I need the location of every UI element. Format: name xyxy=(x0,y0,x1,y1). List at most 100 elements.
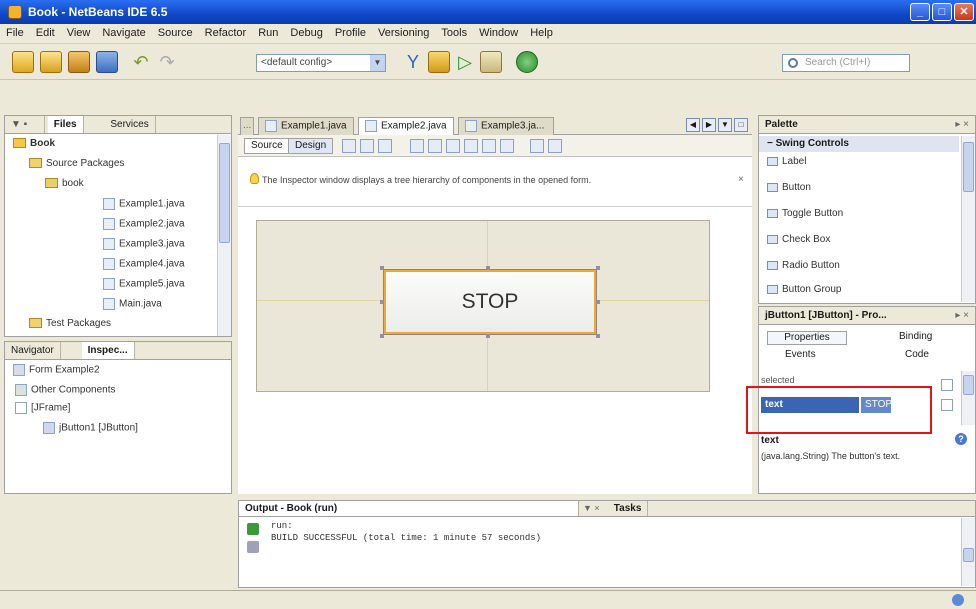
projects-tab-controls[interactable]: ▼ ▪ xyxy=(5,116,45,133)
maximize-button[interactable]: □ xyxy=(932,3,952,21)
scroll-thumb[interactable] xyxy=(963,548,974,562)
close-hint-icon[interactable]: × xyxy=(738,174,744,185)
profile-icon[interactable] xyxy=(516,51,538,73)
redo-icon[interactable]: ↷ xyxy=(156,51,178,73)
run-icon[interactable]: ▷ xyxy=(454,51,476,73)
tree-item-file[interactable]: Example4.java xyxy=(103,258,185,270)
tree-item-other-components[interactable]: Other Components xyxy=(15,384,116,396)
menu-versioning[interactable]: Versioning xyxy=(372,24,435,42)
menu-debug[interactable]: Debug xyxy=(284,24,328,42)
menu-file[interactable]: File xyxy=(0,24,30,42)
tree-item-jframe[interactable]: [JFrame] xyxy=(15,402,70,414)
align-top-icon[interactable] xyxy=(464,139,478,153)
rerun-icon[interactable] xyxy=(247,523,259,535)
menu-profile[interactable]: Profile xyxy=(329,24,372,42)
tab-navigator[interactable]: Navigator xyxy=(5,342,61,359)
palette-item-check-box[interactable]: Check Box xyxy=(767,234,830,245)
property-editor-icon[interactable] xyxy=(941,399,953,411)
palette-item-button-group[interactable]: Button Group xyxy=(767,284,841,295)
tab-tasks[interactable]: Tasks xyxy=(608,501,649,516)
tab-example3[interactable]: Example3.ja... xyxy=(458,117,554,135)
resize-handle[interactable] xyxy=(380,300,384,304)
resize-handle[interactable] xyxy=(596,334,600,338)
palette-item-radio-button[interactable]: Radio Button xyxy=(767,260,840,271)
tab-services[interactable]: Services xyxy=(104,116,156,133)
build-icon[interactable] xyxy=(428,51,450,73)
tab-list-icon[interactable]: ▼ xyxy=(718,118,732,132)
palette-controls[interactable]: ▸ × xyxy=(955,119,969,130)
palette-section-swing[interactable]: − Swing Controls xyxy=(759,136,959,152)
resize-handle[interactable] xyxy=(380,334,384,338)
resize-vertical-icon[interactable] xyxy=(548,139,562,153)
config-select[interactable]: <default config> ▼ xyxy=(256,54,386,72)
tab-output[interactable]: Output - Book (run) xyxy=(239,501,579,516)
tab-properties[interactable]: Properties xyxy=(767,331,847,345)
resize-handle[interactable] xyxy=(486,266,490,270)
menu-window[interactable]: Window xyxy=(473,24,524,42)
tree-item-file[interactable]: Example3.java xyxy=(103,238,185,250)
menu-edit[interactable]: Edit xyxy=(30,24,61,42)
menu-run[interactable]: Run xyxy=(252,24,284,42)
tree-item-file[interactable]: Example1.java xyxy=(103,198,185,210)
palette-scrollbar[interactable] xyxy=(961,136,975,302)
new-project-icon[interactable] xyxy=(40,51,62,73)
design-view-button[interactable]: Design xyxy=(288,138,334,154)
scroll-thumb[interactable] xyxy=(963,375,974,395)
output-controls[interactable]: ▼ × xyxy=(583,503,600,513)
tree-item-file[interactable]: Main.java xyxy=(103,298,162,310)
menu-view[interactable]: View xyxy=(61,24,97,42)
resize-handle[interactable] xyxy=(596,300,600,304)
tree-item-file[interactable]: Example5.java xyxy=(103,278,185,290)
new-file-icon[interactable] xyxy=(12,51,34,73)
save-all-icon[interactable] xyxy=(96,51,118,73)
tab-example1[interactable]: Example1.java xyxy=(258,117,354,135)
tree-item-form[interactable]: Form Example2 xyxy=(13,364,100,376)
resize-handle[interactable] xyxy=(596,266,600,270)
resize-handle[interactable] xyxy=(486,334,490,338)
tree-item-jbutton[interactable]: jButton1 [JButton] xyxy=(43,422,138,434)
connection-mode-icon[interactable] xyxy=(360,139,374,153)
resize-handle[interactable] xyxy=(380,266,384,270)
tab-example2[interactable]: Example2.java xyxy=(358,117,454,135)
menu-source[interactable]: Source xyxy=(152,24,199,42)
tab-files[interactable]: Files xyxy=(47,116,84,133)
scroll-right-icon[interactable]: ▶ xyxy=(702,118,716,132)
tab-events[interactable]: Events xyxy=(785,349,816,360)
notifications-icon[interactable] xyxy=(952,594,964,606)
properties-controls[interactable]: ▸ × xyxy=(955,310,969,321)
scroll-thumb[interactable] xyxy=(219,143,230,243)
stop-button[interactable]: STOP xyxy=(383,269,597,335)
scroll-thumb[interactable] xyxy=(963,142,974,192)
resize-horizontal-icon[interactable] xyxy=(530,139,544,153)
tree-item-project[interactable]: Book xyxy=(13,138,55,149)
menu-tools[interactable]: Tools xyxy=(435,24,473,42)
property-editor-icon[interactable] xyxy=(941,379,953,391)
tab-binding[interactable]: Binding xyxy=(899,331,932,342)
source-view-button[interactable]: Source xyxy=(244,138,290,154)
properties-scrollbar[interactable] xyxy=(961,371,975,425)
align-bottom-icon[interactable] xyxy=(482,139,496,153)
search-input[interactable]: Search (Ctrl+I) xyxy=(782,54,910,72)
clean-build-icon[interactable]: Y xyxy=(402,51,424,73)
align-right-icon[interactable] xyxy=(428,139,442,153)
preview-design-icon[interactable] xyxy=(378,139,392,153)
help-icon[interactable]: ? xyxy=(955,433,967,445)
tab-inspector[interactable]: Inspec... xyxy=(81,342,135,359)
center-horizontal-icon[interactable] xyxy=(446,139,460,153)
palette-item-label[interactable]: Label xyxy=(767,156,806,167)
selection-mode-icon[interactable] xyxy=(342,139,356,153)
stop-build-icon[interactable] xyxy=(247,541,259,553)
title-bar[interactable]: Book - NetBeans IDE 6.5 _ □ ✕ xyxy=(0,0,976,24)
close-button[interactable]: ✕ xyxy=(954,3,974,21)
palette-item-toggle-button[interactable]: Toggle Button xyxy=(767,208,843,219)
menu-refactor[interactable]: Refactor xyxy=(199,24,253,42)
open-project-icon[interactable] xyxy=(68,51,90,73)
menu-help[interactable]: Help xyxy=(524,24,559,42)
projects-scrollbar[interactable] xyxy=(217,135,231,336)
undo-icon[interactable]: ↶ xyxy=(130,51,152,73)
scroll-left-icon[interactable]: ◀ xyxy=(686,118,700,132)
tree-item-source-packages[interactable]: Source Packages xyxy=(29,158,124,169)
maximize-editor-icon[interactable]: □ xyxy=(734,118,748,132)
tab-overflow[interactable]: ... xyxy=(240,117,254,135)
minimize-button[interactable]: _ xyxy=(910,3,930,21)
